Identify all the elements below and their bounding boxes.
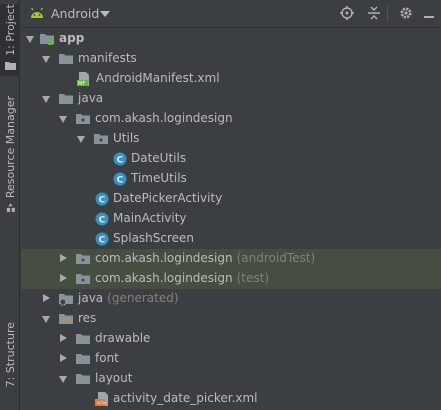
source-set-suffix: (androidTest) xyxy=(236,251,316,265)
layout-xml-file-icon: </> xyxy=(95,392,108,407)
tree-label: java xyxy=(78,291,104,305)
folder-icon xyxy=(76,354,90,364)
tree-label: res xyxy=(78,311,97,325)
tree-node-layout[interactable]: layout xyxy=(21,369,441,389)
svg-text:C: C xyxy=(99,196,106,206)
folder-icon xyxy=(4,61,16,70)
tree-label: activity_date_picker.xml xyxy=(113,391,258,405)
svg-text:C: C xyxy=(99,216,106,226)
package-icon xyxy=(76,114,90,124)
svg-text:C: C xyxy=(99,236,106,246)
tree-label: com.akash.logindesign xyxy=(95,111,233,125)
svg-text:MF: MF xyxy=(78,81,85,87)
project-tab[interactable]: 1: Project xyxy=(0,4,20,76)
folder-icon xyxy=(76,334,90,344)
tree-label: font xyxy=(95,351,119,365)
tree-node-java-generated[interactable]: java (generated) xyxy=(21,289,441,309)
resource-manager-tab-label: Resource Manager xyxy=(3,96,17,199)
chevron-right-icon[interactable] xyxy=(43,294,50,302)
module-folder-icon xyxy=(40,34,54,45)
source-set-suffix: (test) xyxy=(236,271,270,285)
tree-label: layout xyxy=(95,371,133,385)
tree-node-date-utils[interactable]: C DateUtils xyxy=(21,149,441,169)
tool-window-strip: 1: Project Resource Manager 7: Structure xyxy=(0,0,20,410)
tree-node-manifests[interactable]: manifests xyxy=(21,49,441,69)
chevron-down-icon[interactable] xyxy=(42,96,50,103)
package-icon xyxy=(76,274,90,284)
source-set-suffix: (generated) xyxy=(107,291,179,305)
svg-text:</>: </> xyxy=(96,401,106,407)
package-icon xyxy=(94,134,108,144)
java-class-icon: C xyxy=(95,232,109,246)
structure-tab[interactable]: 7: Structure xyxy=(0,322,20,408)
chevron-right-icon[interactable] xyxy=(60,254,67,262)
tree-label: TimeUtils xyxy=(131,171,187,185)
gear-icon[interactable] xyxy=(398,5,414,21)
tree-node-app[interactable]: app xyxy=(21,29,441,49)
tree-label: MainActivity xyxy=(113,211,187,225)
chevron-right-icon[interactable] xyxy=(60,354,67,362)
tree-node-date-picker-activity[interactable]: C DatePickerActivity xyxy=(21,189,441,209)
resource-manager-tab[interactable]: Resource Manager xyxy=(0,96,20,212)
folder-icon xyxy=(59,54,73,64)
java-class-icon: C xyxy=(113,152,127,166)
tree-label: DatePickerActivity xyxy=(113,191,223,205)
project-tab-label: 1: Project xyxy=(3,4,17,56)
chevron-down-icon[interactable] xyxy=(42,316,50,323)
toolbar-separator xyxy=(387,6,388,21)
tree-node-java[interactable]: java xyxy=(21,89,441,109)
folder-icon xyxy=(76,374,90,384)
tree-node-drawable[interactable]: drawable xyxy=(21,329,441,349)
tree-label: manifests xyxy=(78,51,137,65)
tree-label: com.akash.logindesign xyxy=(95,271,233,285)
source-folder-icon xyxy=(59,94,73,104)
tree-node-main-activity[interactable]: C MainActivity xyxy=(21,209,441,229)
tree-label: Utils xyxy=(113,131,140,145)
chevron-down-icon[interactable] xyxy=(77,136,85,143)
tree-label: SplashScreen xyxy=(113,231,195,245)
tree-label: drawable xyxy=(95,331,151,345)
tree-node-res[interactable]: res xyxy=(21,309,441,329)
tree-node-android-manifest[interactable]: MF AndroidManifest.xml xyxy=(21,69,441,89)
structure-tab-label: 7: Structure xyxy=(3,322,17,388)
package-icon xyxy=(76,254,90,264)
chevron-right-icon[interactable] xyxy=(60,334,67,342)
minimize-icon[interactable] xyxy=(421,5,437,21)
tree-label: java xyxy=(78,91,104,105)
view-selector[interactable]: Android xyxy=(51,6,99,21)
manifest-file-icon: MF xyxy=(77,72,89,87)
locate-target-icon[interactable] xyxy=(339,5,355,21)
tree-node-layout-file[interactable]: </> activity_date_picker.xml xyxy=(21,389,441,409)
tree-node-splash-screen[interactable]: C SplashScreen xyxy=(21,229,441,249)
tree-node-utils[interactable]: Utils xyxy=(21,129,441,149)
chevron-down-icon[interactable] xyxy=(59,116,67,123)
project-view-header: Android xyxy=(21,0,441,28)
tree-label: DateUtils xyxy=(131,151,187,165)
tree-node-package-main[interactable]: com.akash.logindesign xyxy=(21,109,441,129)
tree-node-package-test[interactable]: com.akash.logindesign (test) xyxy=(21,269,441,289)
chevron-down-icon[interactable] xyxy=(26,36,34,43)
svg-text:C: C xyxy=(117,176,124,186)
resource-folder-icon xyxy=(59,314,73,324)
android-icon xyxy=(31,8,43,18)
resources-icon xyxy=(6,203,15,212)
java-class-icon: C xyxy=(113,172,127,186)
chevron-down-icon[interactable] xyxy=(100,11,110,17)
chevron-right-icon[interactable] xyxy=(60,274,67,282)
chevron-down-icon[interactable] xyxy=(42,56,50,63)
tree-label: com.akash.logindesign xyxy=(95,251,233,265)
generated-folder-icon xyxy=(59,294,73,306)
tree-label: app xyxy=(59,31,85,45)
chevron-down-icon[interactable] xyxy=(59,376,67,383)
java-class-icon: C xyxy=(95,192,109,206)
tree-label: AndroidManifest.xml xyxy=(96,71,220,85)
java-class-icon: C xyxy=(95,212,109,226)
tree-node-font[interactable]: font xyxy=(21,349,441,369)
svg-text:C: C xyxy=(117,156,124,166)
collapse-all-icon[interactable] xyxy=(366,5,382,21)
tree-node-package-android-test[interactable]: com.akash.logindesign (androidTest) xyxy=(21,249,441,269)
project-panel: Android app manifests MF AndroidManifest… xyxy=(21,0,441,410)
tree-node-time-utils[interactable]: C TimeUtils xyxy=(21,169,441,189)
